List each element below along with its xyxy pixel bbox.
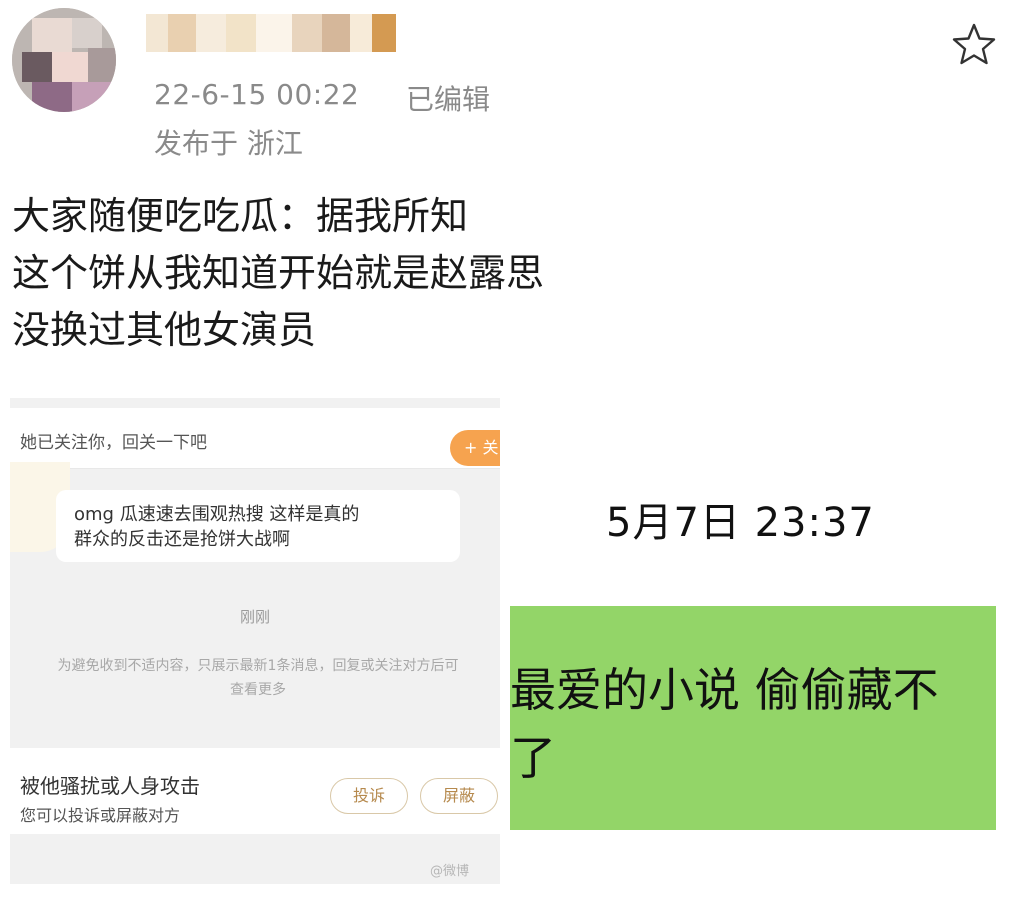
chat-screenshot-left: 她已关注你，回关一下吧 + 关 omg 瓜速速去围观热搜 这样是真的 群众的反击…: [10, 398, 500, 884]
harassment-title: 被他骚扰或人身攻击: [20, 774, 200, 798]
post-line: 这个饼从我知道开始就是赵露思: [12, 251, 545, 295]
post-timestamp: 22-6-15 00:22: [154, 78, 360, 111]
green-message-bubble: 最爱的小说 偷偷藏不 了: [510, 606, 996, 830]
follow-back-bar: 她已关注你，回关一下吧 + 关: [10, 408, 500, 469]
notice-line: 查看更多: [230, 682, 286, 698]
green-message-line: 了: [510, 731, 556, 785]
limited-messages-notice: 为避免收到不适内容，只展示最新1条消息，回复或关注对方后可 查看更多: [16, 654, 500, 702]
follow-button[interactable]: + 关: [450, 430, 500, 466]
harassment-panel: 被他骚扰或人身攻击 您可以投诉或屏蔽对方 投诉 屏蔽: [10, 748, 500, 834]
message-bubble: omg 瓜速速去围观热搜 这样是真的 群众的反击还是抢饼大战啊: [56, 490, 460, 562]
edited-label[interactable]: 已编辑: [406, 78, 490, 118]
harassment-subtitle: 您可以投诉或屏蔽对方: [20, 806, 181, 825]
green-message-line: 最爱的小说 偷偷藏不: [510, 663, 939, 717]
username-blurred[interactable]: [146, 14, 406, 54]
notice-line: 为避免收到不适内容，只展示最新1条消息，回复或关注对方后可: [57, 658, 459, 674]
post-line: 没换过其他女演员: [12, 308, 317, 352]
favorite-star-icon[interactable]: [950, 22, 998, 66]
chat-screenshot-right: 5月7日 23:37 最爱的小说 偷偷藏不 了: [510, 398, 996, 884]
post-body: 大家随便吃吃瓜：据我所知 这个饼从我知道开始就是赵露思 没换过其他女演员: [12, 188, 544, 359]
message-time: 刚刚: [239, 608, 270, 626]
chat-time: 5月7日 23:37: [606, 500, 875, 546]
message-line: omg 瓜速速去围观热搜 这样是真的: [74, 504, 360, 525]
post-location: 发布于 浙江: [154, 127, 303, 160]
block-button[interactable]: 屏蔽: [420, 778, 498, 814]
complain-button[interactable]: 投诉: [330, 778, 408, 814]
weibo-watermark: @微博: [430, 864, 470, 879]
avatar[interactable]: [12, 8, 116, 112]
message-line: 群众的反击还是抢饼大战啊: [74, 529, 290, 550]
follow-back-text: 她已关注你，回关一下吧: [20, 433, 207, 453]
post-line: 大家随便吃吃瓜：据我所知: [12, 194, 469, 238]
